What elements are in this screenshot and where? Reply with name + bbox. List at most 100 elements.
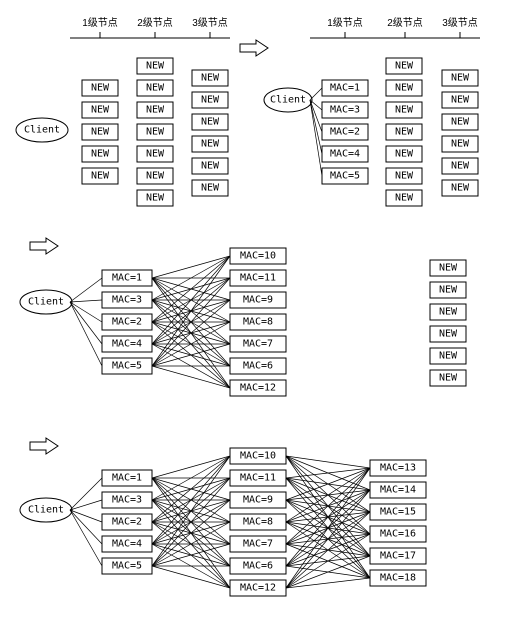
stage1-t3-node-4-label: NEW <box>201 161 220 172</box>
stage2-t1-node-0-label: MAC=1 <box>330 83 360 94</box>
svg-text:Client: Client <box>24 125 60 136</box>
stage1-t3-node-0-label: NEW <box>201 73 220 84</box>
stage2-t2-node-4-label: NEW <box>395 149 414 160</box>
stage1-client: Client <box>16 118 68 142</box>
stage4-tier2: MAC=10 MAC=11 MAC=9 MAC=8 MAC=7 MAC=6 MAC=12 <box>230 448 286 596</box>
stage4-t2-node-0-label: MAC=10 <box>240 451 276 462</box>
stage4-t2-node-4-label: MAC=7 <box>243 539 273 550</box>
stage3-t3-node-5-label: NEW <box>439 373 458 384</box>
stage2-t3-node-2-label: NEW <box>451 117 470 128</box>
stage2-t3-node-3-label: NEW <box>451 139 470 150</box>
stage4-t3-node-2-label: MAC=15 <box>380 507 416 518</box>
stage1-axis: 1级节点 2级节点 3级节点 <box>70 17 230 38</box>
stage2-axis: 1级节点 2级节点 3级节点 <box>310 17 480 38</box>
stage3-t3-node-3-label: NEW <box>439 329 458 340</box>
stage3-t3-node-4-label: NEW <box>439 351 458 362</box>
stage1-t2-node-2-label: NEW <box>146 105 165 116</box>
stage2-tier2: NEWNEWNEWNEWNEWNEWNEW <box>386 58 422 206</box>
stage2-t1-node-2-label: MAC=2 <box>330 127 360 138</box>
stage3-t2-node-2-label: MAC=9 <box>243 295 273 306</box>
stage4-t1-node-1-label: MAC=3 <box>112 495 142 506</box>
stage3-t1-node-2-label: MAC=2 <box>112 317 142 328</box>
stage3-t3-node-1-label: NEW <box>439 285 458 296</box>
stage4-t3-node-3-label: MAC=16 <box>380 529 416 540</box>
stage3-t2-node-4-label: MAC=7 <box>243 339 273 350</box>
stage4-t1-node-2-label: MAC=2 <box>112 517 142 528</box>
stage2-tier3: NEWNEWNEWNEWNEWNEW <box>442 70 478 196</box>
stage2-connections <box>310 88 322 176</box>
stage1-t3-node-1-label: NEW <box>201 95 220 106</box>
stage4-t3-node-5-label: MAC=18 <box>380 573 416 584</box>
stage1-t2-node-0-label: NEW <box>146 61 165 72</box>
stage1-tier3: NEW NEW NEW NEW NEW NEW <box>192 70 228 196</box>
stage1-t3-node-5-label: NEW <box>201 183 220 194</box>
stage4-t1-node-3-label: MAC=4 <box>112 539 142 550</box>
stage4-t1-node-4-label: MAC=5 <box>112 561 142 572</box>
stage3-t3-node-2-label: NEW <box>439 307 458 318</box>
axis-label-t2: 2级节点 <box>137 17 173 29</box>
stage4-t1-node-0-label: MAC=1 <box>112 473 142 484</box>
network-diagram: 1级节点 2级节点 3级节点 Client NEW NEW NEW NEW NEW NE… <box>10 10 502 630</box>
stage3-t2-node-5-label: MAC=6 <box>243 361 273 372</box>
stage3-t2-node-0-label: MAC=10 <box>240 251 276 262</box>
stage3-t1-node-4-label: MAC=5 <box>112 361 142 372</box>
stage4-t2-node-5-label: MAC=6 <box>243 561 273 572</box>
stage2-t2-node-1-label: NEW <box>395 83 414 94</box>
stage4-tier3: MAC=13MAC=14MAC=15MAC=16MAC=17MAC=18 <box>370 460 426 586</box>
svg-text:Client: Client <box>270 95 306 106</box>
svg-text:2级节点: 2级节点 <box>387 17 423 29</box>
stage1-t1-node-3-label: NEW <box>91 149 110 160</box>
stage3-t1-node-0-label: MAC=1 <box>112 273 142 284</box>
stage2-client: Client <box>264 88 312 112</box>
stage2-t3-node-5-label: NEW <box>451 183 470 194</box>
stage3-tier2: MAC=10 MAC=11 MAC=9 MAC=8 MAC=7 MAC=6 MAC=12 <box>230 248 286 396</box>
stage3-t2-node-3-label: MAC=8 <box>243 317 273 328</box>
stage4-t2-node-3-label: MAC=8 <box>243 517 273 528</box>
stage2-t2-node-6-label: NEW <box>395 193 414 204</box>
stage3-tier1: MAC=1 MAC=3 MAC=2 MAC=4 MAC=5 <box>102 270 152 374</box>
stage3-client: Client <box>20 290 72 314</box>
axis-label-t3: 3级节点 <box>192 17 228 29</box>
stage4-t3-node-0-label: MAC=13 <box>380 463 416 474</box>
stage4-t2-node-2-label: MAC=9 <box>243 495 273 506</box>
axis-label-t1: 1级节点 <box>82 17 118 29</box>
stage3-t2-node-1-label: MAC=11 <box>240 273 276 284</box>
stage1-tier1: NEWNEWNEWNEWNEW <box>82 80 118 184</box>
stage3-t1-node-1-label: MAC=3 <box>112 295 142 306</box>
stage3-t2-node-6-label: MAC=12 <box>240 383 276 394</box>
stage1-tier2: NEWNEWNEWNEWNEWNEWNEW <box>137 58 173 206</box>
stage2-tier1: MAC=1MAC=3MAC=2MAC=4MAC=5 <box>322 80 368 184</box>
stage1-t3-node-3-label: NEW <box>201 139 220 150</box>
stage2-t2-node-2-label: NEW <box>395 105 414 116</box>
stage4-connections-t2-t3 <box>286 456 370 588</box>
stage4-client: Client <box>20 498 72 522</box>
arrow-1to2 <box>240 40 268 56</box>
arrow-2to3 <box>30 238 58 254</box>
stage4-t3-node-4-label: MAC=17 <box>380 551 416 562</box>
stage4-tier1: MAC=1 MAC=3 MAC=2 MAC=4 MAC=5 <box>102 470 152 574</box>
stage1-t2-node-1-label: NEW <box>146 83 165 94</box>
stage1-t2-node-6-label: NEW <box>146 193 165 204</box>
stage1-t1-node-0-label: NEW <box>91 83 110 94</box>
stage1-t2-node-3-label: NEW <box>146 127 165 138</box>
stage3-connections-t1-t2 <box>152 256 230 388</box>
stage3-t3-node-0-label: NEW <box>439 263 458 274</box>
stage1-t1-node-1-label: NEW <box>91 105 110 116</box>
stage2-t1-node-3-label: MAC=4 <box>330 149 360 160</box>
stage4-t2-node-1-label: MAC=11 <box>240 473 276 484</box>
stage1-t1-node-2-label: NEW <box>91 127 110 138</box>
arrow-3to4 <box>30 438 58 454</box>
stage2-t3-node-1-label: NEW <box>451 95 470 106</box>
stage3-connections-c-t1 <box>70 278 102 366</box>
stage2-t1-node-1-label: MAC=3 <box>330 105 360 116</box>
stage3-t1-node-3-label: MAC=4 <box>112 339 142 350</box>
stage3-tier3: NEW NEW NEW NEW NEW NEW <box>430 260 466 386</box>
svg-text:Client: Client <box>28 297 64 308</box>
svg-text:Client: Client <box>28 505 64 516</box>
svg-text:3级节点: 3级节点 <box>442 17 478 29</box>
stage1-t3-node-2-label: NEW <box>201 117 220 128</box>
stage4-connections-t1-t2 <box>152 456 230 588</box>
stage4-t2-node-6-label: MAC=12 <box>240 583 276 594</box>
stage2-t2-node-0-label: NEW <box>395 61 414 72</box>
stage1-t2-node-4-label: NEW <box>146 149 165 160</box>
